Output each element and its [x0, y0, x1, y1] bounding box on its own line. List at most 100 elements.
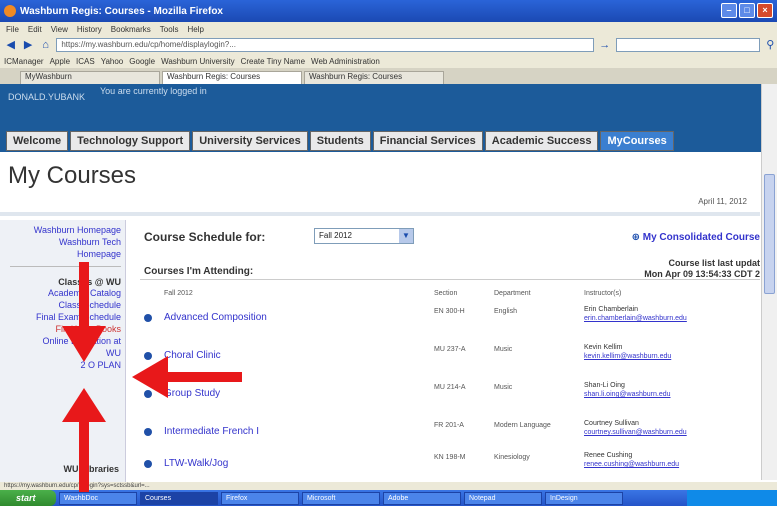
tab-financial-services[interactable]: Financial Services: [372, 131, 483, 151]
taskbar-item[interactable]: WashbDoc: [59, 491, 137, 505]
taskbar-item[interactable]: Firefox: [221, 491, 299, 505]
menu-bar: File Edit View History Bookmarks Tools H…: [0, 22, 777, 36]
tab-students[interactable]: Students: [309, 131, 371, 151]
consolidated-course-link[interactable]: ⊕ My Consolidated Course: [632, 232, 760, 243]
instructor-email-link[interactable]: shan.li.oing@washburn.edu: [584, 391, 671, 398]
tab-welcome[interactable]: Welcome: [6, 131, 69, 151]
minimize-button[interactable]: –: [721, 3, 737, 18]
browser-tab[interactable]: MyWashburn: [20, 71, 160, 84]
instructor-email-link[interactable]: kevin.kellim@washburn.edu: [584, 353, 671, 360]
forward-arrow-icon[interactable]: ▶: [21, 38, 34, 52]
course-link[interactable]: LTW-Walk/Jog: [164, 458, 228, 469]
start-button[interactable]: start: [0, 490, 56, 506]
window-title: Washburn Regis: Courses - Mozilla Firefo…: [20, 5, 223, 17]
bookmark-item[interactable]: Yahoo: [101, 57, 124, 66]
bookmarks-toolbar: ICManager Apple ICAS Yahoo Google Washbu…: [0, 54, 777, 68]
firefox-icon: [4, 5, 16, 17]
page-scrollbar[interactable]: [761, 84, 777, 480]
sidebar-link-find-your-books[interactable]: Find Your Books: [0, 323, 121, 335]
close-button[interactable]: ×: [757, 3, 773, 18]
course-link[interactable]: Advanced Composition: [164, 312, 267, 323]
chevron-down-icon[interactable]: ▼: [399, 229, 413, 243]
term-select[interactable]: Fall 2012 ▼: [314, 228, 414, 244]
course-schedule-panel: Course Schedule for: Fall 2012 ▼ ⊕ My Co…: [134, 220, 760, 482]
course-link[interactable]: Choral Clinic: [164, 350, 221, 361]
table-row: LTW-Walk/Jog KN 198-M Kinesiology Renee …: [134, 446, 760, 484]
table-row: Advanced Composition EN 300-H English Er…: [134, 300, 760, 338]
browser-tab-strip: MyWashburn Washburn Regis: Courses Washb…: [0, 68, 777, 84]
bookmark-item[interactable]: Create Tiny Name: [241, 57, 305, 66]
menu-view[interactable]: View: [51, 25, 68, 34]
sidebar-link-wu[interactable]: WU: [0, 347, 121, 359]
portal-tabs: Welcome Technology Support University Se…: [0, 130, 777, 152]
last-updated-time: Mon Apr 09 13:54:33 CDT 2: [644, 269, 760, 279]
address-bar[interactable]: https://my.washburn.edu/cp/home/displayl…: [56, 38, 595, 52]
taskbar-item[interactable]: Courses: [140, 491, 218, 505]
sidebar-link-class-schedule[interactable]: Class Schedule: [0, 299, 121, 311]
course-instructor: Kevin Kellim: [584, 344, 623, 351]
col-section: Section: [434, 290, 458, 297]
instructor-email-link[interactable]: courtney.sullivan@washburn.edu: [584, 429, 687, 436]
go-arrow-icon[interactable]: →: [598, 38, 611, 52]
bookmark-item[interactable]: Washburn University: [161, 57, 235, 66]
back-arrow-icon[interactable]: ◀: [4, 38, 17, 52]
browser-tab[interactable]: Washburn Regis: Courses: [304, 71, 444, 84]
menu-tools[interactable]: Tools: [160, 25, 179, 34]
course-link[interactable]: Group Study: [164, 388, 220, 399]
globe-icon: ⊕: [631, 232, 640, 243]
menu-edit[interactable]: Edit: [28, 25, 42, 34]
portal-header: DONALD.YUBANK You are currently logged i…: [0, 84, 777, 130]
navigation-toolbar: ◀ ▶ ⌂ https://my.washburn.edu/cp/home/di…: [0, 36, 777, 54]
course-section: FR 201-A: [434, 422, 464, 429]
system-tray: [687, 490, 777, 506]
home-icon[interactable]: ⌂: [39, 38, 52, 52]
sidebar-link-homepage[interactable]: Homepage: [0, 248, 121, 260]
instructor-email-link[interactable]: erin.chamberlain@washburn.edu: [584, 315, 687, 322]
tab-mycourses[interactable]: MyCourses: [600, 131, 674, 151]
bookmark-item[interactable]: Apple: [50, 57, 70, 66]
sidebar-link-washburn-homepage[interactable]: Washburn Homepage: [0, 224, 121, 236]
sidebar-link-academic-catalog[interactable]: Academic Catalog: [0, 287, 121, 299]
col-instructor: Instructor(s): [584, 290, 622, 297]
maximize-button[interactable]: □: [739, 3, 755, 18]
consolidated-course-label: My Consolidated Course: [642, 232, 760, 243]
taskbar-item[interactable]: Microsoft: [302, 491, 380, 505]
sidebar-link-2o-plan[interactable]: 2 O PLAN: [0, 359, 121, 371]
search-icon[interactable]: ⚲: [764, 38, 777, 52]
scrollbar-thumb[interactable]: [764, 174, 775, 294]
course-instructor: Erin Chamberlain: [584, 306, 639, 313]
bullet-icon: [144, 428, 152, 436]
tab-university-services[interactable]: University Services: [192, 131, 308, 151]
course-department: Kinesiology: [494, 454, 530, 461]
window-titlebar: Washburn Regis: Courses - Mozilla Firefo…: [0, 0, 777, 22]
menu-bookmarks[interactable]: Bookmarks: [111, 25, 151, 34]
tab-academic-success[interactable]: Academic Success: [484, 131, 599, 151]
taskbar-item[interactable]: Adobe: [383, 491, 461, 505]
menu-help[interactable]: Help: [187, 25, 203, 34]
sidebar-link-washburn-tech[interactable]: Washburn Tech: [0, 236, 121, 248]
taskbar-item[interactable]: Notepad: [464, 491, 542, 505]
page-date: April 11, 2012: [698, 197, 747, 206]
bookmark-item[interactable]: Web Administration: [311, 57, 380, 66]
col-term: Fall 2012: [164, 290, 193, 297]
menu-history[interactable]: History: [77, 25, 102, 34]
course-section: KN 198-M: [434, 454, 466, 461]
sidebar: Washburn Homepage Washburn Tech Homepage…: [0, 220, 126, 482]
course-link[interactable]: Intermediate French I: [164, 426, 259, 437]
sidebar-link-final-exam-schedule[interactable]: Final Exam Schedule: [0, 311, 121, 323]
tab-technology-support[interactable]: Technology Support: [70, 131, 191, 151]
window-controls: – □ ×: [721, 3, 773, 18]
bookmark-item[interactable]: ICManager: [4, 57, 44, 66]
sidebar-link-online-education[interactable]: Online Education at: [0, 335, 121, 347]
course-department: Music: [494, 346, 513, 353]
search-input[interactable]: [615, 38, 760, 52]
instructor-email-link[interactable]: renee.cushing@washburn.edu: [584, 461, 679, 468]
course-department: Music: [494, 384, 513, 391]
browser-tab-active[interactable]: Washburn Regis: Courses: [162, 71, 302, 84]
bookmark-item[interactable]: ICAS: [76, 57, 95, 66]
bullet-icon: [144, 460, 152, 468]
title-divider: [0, 212, 760, 216]
taskbar-item[interactable]: InDesign: [545, 491, 623, 505]
menu-file[interactable]: File: [6, 25, 19, 34]
bookmark-item[interactable]: Google: [129, 57, 155, 66]
